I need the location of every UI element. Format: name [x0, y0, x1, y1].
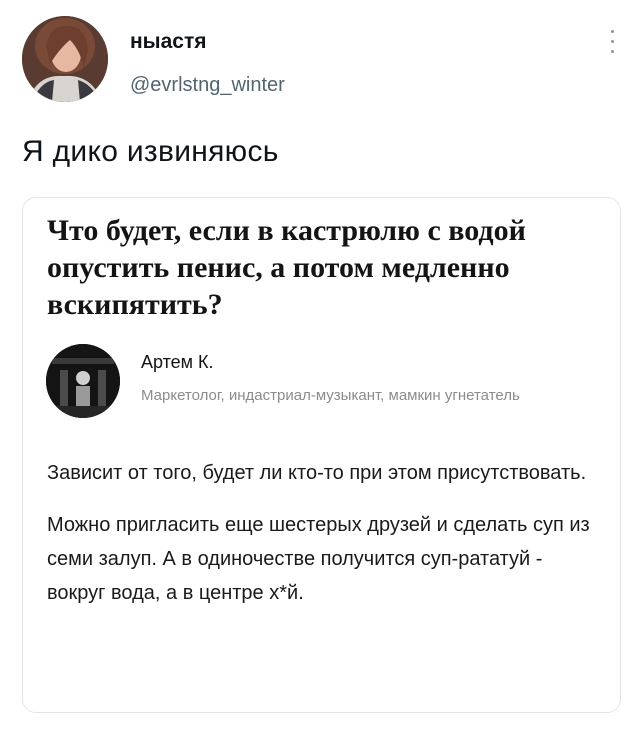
more-vertical-icon[interactable] [604, 26, 620, 56]
attached-image-card[interactable]: Что будет, если в кастрюлю с водой опуст… [22, 197, 621, 713]
author-avatar[interactable] [22, 16, 108, 102]
answer-body: Зависит от того, будет ли кто-то при это… [47, 456, 602, 610]
answer-author-bio: Маркетолог, индастриал-музыкант, мамкин … [141, 387, 520, 404]
author-name[interactable]: ныастя [130, 30, 207, 54]
question-title: Что будет, если в кастрюлю с водой опуст… [47, 214, 526, 321]
answer-author-avatar [46, 344, 120, 418]
author-avatar-image [22, 16, 108, 102]
author-handle[interactable]: @evrlstng_winter [130, 74, 285, 97]
answer-author-avatar-image [46, 344, 120, 418]
tweet-header: ныастя @evrlstng_winter [22, 16, 622, 108]
answer-author-name: Артем К. [141, 352, 214, 372]
tweet-text: Я дико извиняюсь [22, 135, 279, 168]
answer-paragraph: Можно пригласить еще шестерых друзей и с… [47, 514, 590, 604]
answer-paragraph: Зависит от того, будет ли кто-то при это… [47, 462, 587, 484]
